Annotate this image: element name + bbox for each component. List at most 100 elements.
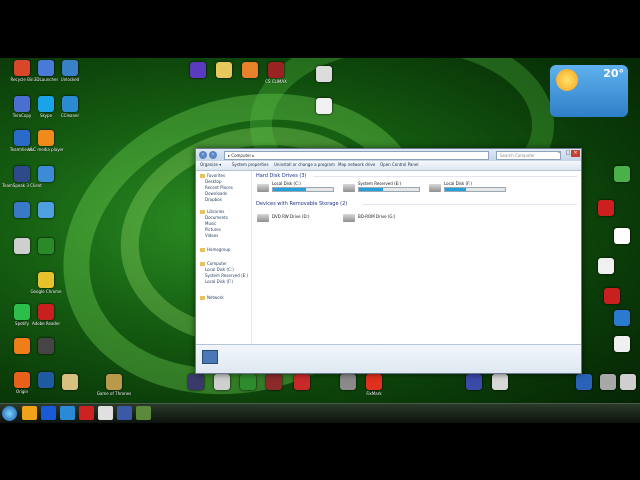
nav-libraries[interactable]: Libraries xyxy=(200,209,224,214)
shortcut-label: VLC media player xyxy=(28,147,64,152)
desktop-shortcut[interactable]: Unlocked xyxy=(48,60,92,82)
library-icon xyxy=(200,210,205,214)
map-network-drive-button[interactable]: Map network drive xyxy=(338,162,375,167)
desktop-shortcut[interactable] xyxy=(24,338,68,355)
group-divider xyxy=(313,176,577,177)
app-icon xyxy=(62,96,78,112)
search-input[interactable]: Search Computer xyxy=(496,151,561,160)
dvd-drive-icon xyxy=(257,214,269,222)
desktop-shortcut[interactable] xyxy=(24,166,68,183)
app-icon xyxy=(620,374,636,390)
drive-d[interactable]: DVD RW Drive (D:) xyxy=(257,211,337,229)
desktop-shortcut[interactable] xyxy=(600,166,640,183)
desktop-shortcut[interactable] xyxy=(584,200,628,217)
taskbar-app-icon[interactable] xyxy=(79,406,94,420)
nav-item[interactable]: Downloads xyxy=(205,191,227,196)
nav-item[interactable]: Local Disk (C:) xyxy=(205,267,234,272)
group-header-removable[interactable]: Devices with Removable Storage (2) xyxy=(256,201,347,207)
start-button[interactable] xyxy=(2,406,17,421)
app-icon xyxy=(614,228,630,244)
taskbar-app-icon[interactable] xyxy=(136,406,151,420)
nav-computer[interactable]: Computer xyxy=(200,261,227,266)
desktop-shortcut[interactable]: Google Chrome xyxy=(24,272,68,294)
nav-item[interactable]: Desktop xyxy=(205,179,222,184)
hard-disk-icon xyxy=(343,184,355,192)
nav-favorites[interactable]: Favorites xyxy=(200,173,225,178)
nav-item[interactable]: Recent Places xyxy=(205,185,233,190)
desktop-shortcut[interactable] xyxy=(24,238,68,255)
nav-item[interactable]: Pictures xyxy=(205,227,221,232)
computer-icon xyxy=(202,350,218,364)
app-icon xyxy=(614,336,630,352)
desktop-shortcut[interactable]: VLC media player xyxy=(24,130,68,152)
address-bar[interactable]: ▸ Computer ▸ xyxy=(224,151,489,160)
desktop-shortcut[interactable]: CCleaner xyxy=(48,96,92,118)
desktop-shortcut[interactable] xyxy=(280,374,324,391)
desktop-shortcut[interactable] xyxy=(24,202,68,219)
desktop-shortcut[interactable] xyxy=(590,288,634,305)
desktop-shortcut[interactable] xyxy=(606,374,640,391)
close-icon[interactable]: × xyxy=(571,150,580,157)
system-properties-button[interactable]: System properties xyxy=(232,162,269,167)
shortcut-label: Unlocked xyxy=(60,77,80,82)
app-icon xyxy=(106,374,122,390)
command-bar: Organize ▾ System properties Uninstall o… xyxy=(196,161,581,171)
weather-temperature: 20° xyxy=(603,67,624,80)
taskbar-app-icon[interactable] xyxy=(60,406,75,420)
drive-usage-bar xyxy=(272,187,334,192)
organize-button[interactable]: Organize ▾ xyxy=(200,162,221,167)
taskbar-app-icon[interactable] xyxy=(41,406,56,420)
desktop-shortcut[interactable] xyxy=(302,98,346,115)
desktop-shortcut[interactable] xyxy=(478,374,522,391)
drive-usage-fill xyxy=(359,188,383,191)
group-header-hdd[interactable]: Hard Disk Drives (3) xyxy=(256,173,307,179)
explorer-window[interactable]: ‹ › ▸ Computer ▸ Search Computer – □ × O… xyxy=(195,148,582,374)
drive-usage-bar xyxy=(444,187,506,192)
drive-e[interactable]: System Reserved (E:) xyxy=(343,181,423,199)
desktop-shortcut[interactable]: Game of Thrones xyxy=(92,374,136,396)
app-icon xyxy=(316,66,332,82)
desktop-shortcut[interactable]: FixMark xyxy=(352,374,396,396)
app-icon xyxy=(492,374,508,390)
drive-f[interactable]: Local Disk (F:) xyxy=(429,181,509,199)
app-icon xyxy=(316,98,332,114)
nav-item[interactable]: Documents xyxy=(205,215,228,220)
taskbar xyxy=(0,403,640,423)
taskbar-app-icon[interactable] xyxy=(98,406,113,420)
taskbar-app-icon[interactable] xyxy=(22,406,37,420)
open-control-panel-button[interactable]: Open Control Panel xyxy=(380,162,418,167)
forward-arrow-icon[interactable]: › xyxy=(209,151,217,159)
app-icon xyxy=(598,200,614,216)
desktop-shortcut[interactable] xyxy=(48,374,92,391)
nav-item[interactable]: Dropbox xyxy=(205,197,222,202)
group-divider xyxy=(363,204,577,205)
desktop-shortcut[interactable] xyxy=(302,66,346,83)
bd-drive-icon xyxy=(343,214,355,222)
explorer-titlebar[interactable]: ‹ › ▸ Computer ▸ Search Computer – □ × xyxy=(196,149,581,161)
app-icon xyxy=(38,202,54,218)
nav-homegroup[interactable]: Homegroup xyxy=(200,247,230,252)
drive-g[interactable]: BD-ROM Drive (G:) xyxy=(343,211,423,229)
nav-item[interactable]: System Reserved (E:) xyxy=(205,273,248,278)
app-icon xyxy=(38,130,54,146)
uninstall-program-button[interactable]: Uninstall or change a program xyxy=(274,162,335,167)
desktop-shortcut[interactable]: Adobe Reader xyxy=(24,304,68,326)
nav-item[interactable]: Local Disk (F:) xyxy=(205,279,233,284)
nav-network[interactable]: Network xyxy=(200,295,224,300)
nav-item[interactable]: Music xyxy=(205,221,216,226)
back-arrow-icon[interactable]: ‹ xyxy=(199,151,207,159)
desktop-shortcut[interactable] xyxy=(600,228,640,245)
taskbar-app-icon[interactable] xyxy=(117,406,132,420)
desktop-shortcut[interactable] xyxy=(600,336,640,353)
nav-item[interactable]: Videos xyxy=(205,233,218,238)
details-pane xyxy=(196,344,581,373)
drive-c[interactable]: Local Disk (C:) xyxy=(257,181,337,199)
shortcut-label: CCleaner xyxy=(60,113,80,118)
desktop-shortcut[interactable] xyxy=(584,258,628,275)
drive-usage-fill xyxy=(445,188,466,191)
navigation-pane: Favorites Desktop Recent Places Download… xyxy=(196,171,252,345)
app-icon xyxy=(614,310,630,326)
weather-gadget[interactable]: 20° xyxy=(550,65,628,117)
desktop-shortcut[interactable] xyxy=(600,310,640,327)
desktop-shortcut[interactable]: CS CLIMAX xyxy=(254,62,298,84)
